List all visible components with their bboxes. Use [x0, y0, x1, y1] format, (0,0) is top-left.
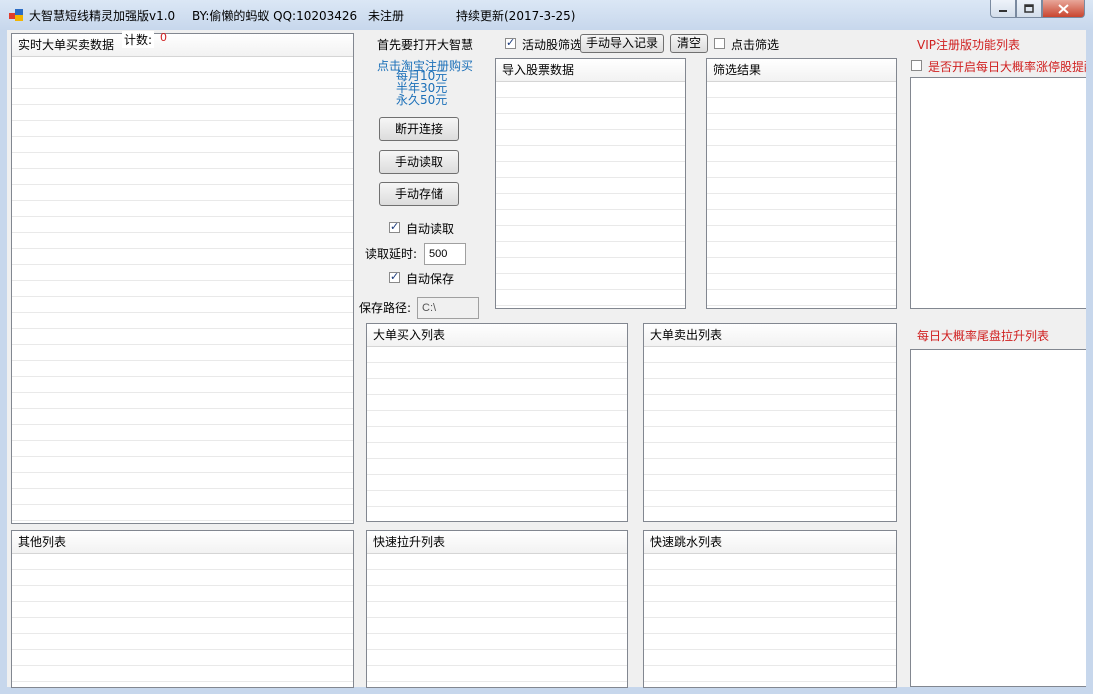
clear-button[interactable]: 清空 [670, 34, 708, 53]
tail-rise-list-box[interactable] [910, 349, 1086, 687]
realtime-list-header: 实时大单买卖数据 [12, 34, 353, 57]
result-list-rows[interactable] [707, 82, 896, 308]
update-info: 持续更新(2017-3-25) [456, 9, 576, 23]
fast-rise-rows[interactable] [367, 554, 627, 687]
manual-read-button[interactable]: 手动读取 [379, 150, 459, 174]
fast-drop-list[interactable]: 快速跳水列表 [643, 530, 897, 688]
import-stock-list[interactable]: 导入股票数据 [495, 58, 686, 309]
auto-save-checkbox[interactable] [389, 270, 400, 283]
big-buy-header: 大单买入列表 [367, 324, 627, 347]
fast-rise-header: 快速拉升列表 [367, 531, 627, 554]
big-sell-list[interactable]: 大单卖出列表 [643, 323, 897, 522]
active-filter-checkbox[interactable] [505, 36, 516, 49]
daily-limit-checkbox[interactable] [911, 60, 922, 71]
fast-drop-rows[interactable] [644, 554, 896, 687]
manual-import-button[interactable]: 手动导入记录 [580, 34, 664, 53]
close-button[interactable] [1042, 0, 1085, 18]
save-path-label: 保存路径: [359, 301, 412, 315]
big-buy-rows[interactable] [367, 347, 627, 521]
manual-save-button[interactable]: 手动存储 [379, 182, 459, 206]
window-controls [990, 0, 1085, 20]
import-list-header: 导入股票数据 [496, 59, 685, 82]
tail-rise-title: 每日大概率尾盘拉升列表 [917, 329, 1050, 343]
maximize-button[interactable] [1016, 0, 1042, 18]
window-title: 大智慧短线精灵加强版v1.0 [29, 9, 176, 23]
big-sell-header: 大单卖出列表 [644, 324, 896, 347]
other-list[interactable]: 其他列表 [11, 530, 354, 688]
author-info: BY:偷懒的蚂蚁 QQ:10203426 [192, 9, 358, 23]
count-value: 0 [160, 31, 167, 44]
filter-result-list[interactable]: 筛选结果 [706, 58, 897, 309]
app-icon [9, 9, 23, 21]
window-frame-bottom [0, 687, 1093, 694]
import-list-rows[interactable] [496, 82, 685, 308]
minimize-icon [999, 9, 1007, 12]
vip-list-box[interactable] [910, 77, 1086, 309]
disconnect-button[interactable]: 断开连接 [379, 117, 459, 141]
other-list-rows[interactable] [12, 554, 353, 687]
fast-drop-header: 快速跳水列表 [644, 531, 896, 554]
auto-read-label: 自动读取 [406, 222, 455, 236]
save-path-input[interactable] [417, 297, 479, 319]
window-frame-right [1086, 30, 1093, 694]
registration-status: 未注册 [368, 9, 405, 23]
big-buy-list[interactable]: 大单买入列表 [366, 323, 628, 522]
auto-save-label: 自动保存 [406, 272, 455, 286]
other-list-header: 其他列表 [12, 531, 353, 554]
click-filter-checkbox[interactable] [714, 38, 725, 49]
minimize-button[interactable] [990, 0, 1016, 18]
click-filter-label: 点击筛选 [731, 38, 780, 52]
read-delay-label: 读取延时: [365, 247, 418, 261]
title-bar: 大智慧短线精灵加强版v1.0 BY:偷懒的蚂蚁 QQ:10203426 未注册 … [0, 0, 1093, 30]
vip-feature-title: VIP注册版功能列表 [917, 38, 1020, 52]
price-forever: 永久50元 [396, 93, 448, 107]
close-icon [1058, 3, 1069, 14]
result-list-header: 筛选结果 [707, 59, 896, 82]
read-delay-input[interactable] [424, 243, 466, 265]
big-sell-rows[interactable] [644, 347, 896, 521]
count-label: 计数: [122, 31, 155, 48]
daily-limit-label: 是否开启每日大概率涨停股提醒 [928, 60, 1086, 74]
auto-read-checkbox[interactable] [389, 220, 400, 233]
fast-rise-list[interactable]: 快速拉升列表 [366, 530, 628, 688]
active-filter-label: 活动股筛选 [522, 38, 583, 52]
window-frame-left [0, 30, 7, 694]
notice-text: 首先要打开大智慧 [377, 38, 474, 52]
maximize-icon [1024, 4, 1034, 13]
realtime-big-order-list[interactable]: 实时大单买卖数据 [11, 33, 354, 524]
realtime-list-rows[interactable] [12, 57, 353, 523]
